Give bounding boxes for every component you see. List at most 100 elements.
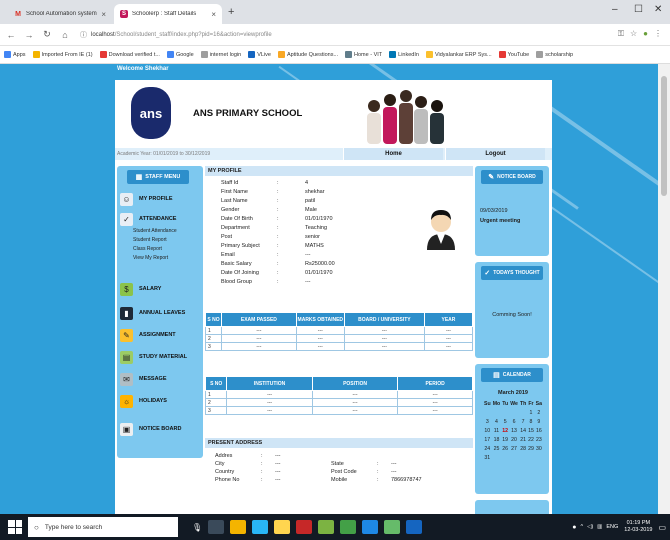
store-taskbar-icon[interactable] [252, 520, 269, 534]
attendance-sub-link[interactable]: Student Report [133, 237, 167, 243]
microphone-icon[interactable]: 🎙 [192, 523, 202, 532]
attendance-sub-link[interactable]: Student Attendance [133, 228, 177, 234]
forward-icon[interactable]: → [22, 30, 36, 40]
bookmark-item[interactable]: Aptitude Questions... [277, 51, 338, 58]
bookmark-item[interactable]: YouTube [498, 51, 529, 58]
close-tab-icon[interactable]: × [211, 10, 216, 19]
bookmark-item[interactable]: LinkedIn [389, 51, 419, 58]
profile-field-label: Blood Group [221, 279, 252, 285]
bookmark-item[interactable]: Home - VIT [345, 51, 382, 58]
sidebar-item-annual-leaves[interactable]: ▮ ANNUAL LEAVES [120, 306, 202, 320]
chrome-taskbar-icon[interactable] [230, 520, 247, 534]
app-taskbar-icon[interactable] [362, 520, 379, 534]
calendar-day[interactable]: 19 [501, 435, 509, 444]
windows-start-icon[interactable] [8, 520, 22, 534]
calendar-day[interactable]: 2 [535, 408, 543, 417]
tab-school-automation[interactable]: M School Automation system pap × [8, 4, 112, 24]
volume-icon[interactable]: ◁) [587, 524, 593, 530]
calendar-day[interactable]: 31 [483, 453, 492, 462]
calendar-day[interactable]: 29 [527, 444, 534, 453]
extension-icon[interactable]: ● [643, 29, 648, 39]
attendance-sub-link[interactable]: Class Report [133, 246, 162, 252]
calendar-day[interactable]: 10 [483, 426, 492, 435]
close-tab-icon[interactable]: × [101, 10, 106, 19]
sidebar-item-attendance[interactable]: ✓ ATTENDANCE [120, 212, 202, 226]
sidebar-item-notice-board[interactable]: ▣ NOTICE BOARD [120, 422, 202, 436]
bookmark-item[interactable]: Imported From IE (1) [32, 51, 93, 58]
reload-icon[interactable]: ↻ [40, 29, 54, 40]
tray-arrow-icon[interactable]: ^ [581, 524, 584, 530]
bookmark-item[interactable]: Google [166, 51, 194, 58]
calendar-day[interactable]: 24 [483, 444, 492, 453]
explorer-taskbar-icon[interactable] [274, 520, 291, 534]
tab-schoolerp[interactable]: S Schoolerp : Staff Details × [114, 4, 222, 24]
sidebar-item-salary[interactable]: $ SALARY [120, 282, 202, 296]
menu-dots-icon[interactable]: ⋮ [654, 29, 662, 39]
star-icon[interactable]: ☆ [630, 29, 637, 39]
calendar-day[interactable]: 14 [519, 426, 527, 435]
calendar-day[interactable]: 16 [535, 426, 543, 435]
calendar-day[interactable]: 27 [509, 444, 519, 453]
page-scrollbar[interactable] [658, 64, 670, 514]
sidebar-item-assignment[interactable]: ✎ ASSIGNMENT [120, 328, 202, 342]
sidebar-item-holidays[interactable]: ☼ HOLIDAYS [120, 394, 202, 408]
notice-text[interactable]: Urgent meeting [480, 218, 520, 224]
taskbar-search[interactable]: ○ Type here to search [28, 517, 178, 537]
home-icon[interactable]: ⌂ [58, 30, 72, 40]
notifications-icon[interactable]: ▭ [658, 523, 666, 532]
calendar-day[interactable]: 30 [535, 444, 543, 453]
key-icon[interactable]: ⚿ [618, 29, 624, 39]
calendar-day[interactable]: 11 [492, 426, 502, 435]
bookmark-item[interactable]: scholarship [536, 51, 573, 58]
app-taskbar-icon[interactable] [296, 520, 313, 534]
calendar-day[interactable]: 9 [535, 417, 543, 426]
close-window-icon[interactable]: ✕ [654, 4, 662, 15]
calendar-day[interactable]: 18 [492, 435, 502, 444]
calendar-day[interactable]: 3 [483, 417, 492, 426]
attendance-sub-link[interactable]: View My Report [133, 255, 168, 261]
sidebar-item-my-profile[interactable]: ☺ MY PROFILE [120, 192, 202, 206]
app-taskbar-icon[interactable] [318, 520, 335, 534]
bookmark-item[interactable]: internet login [200, 51, 241, 58]
language-indicator[interactable]: ENG [606, 524, 618, 530]
calendar-day[interactable]: 1 [527, 408, 534, 417]
calendar-day[interactable]: 7 [519, 417, 527, 426]
calendar-day[interactable]: 17 [483, 435, 492, 444]
bookmark-item[interactable]: VLive [248, 51, 271, 58]
calendar-day[interactable]: 23 [535, 435, 543, 444]
calendar-day[interactable]: 26 [501, 444, 509, 453]
home-link[interactable]: Home [343, 148, 443, 160]
scrollbar-thumb[interactable] [661, 76, 667, 196]
new-tab-icon[interactable]: + [228, 6, 234, 18]
people-icon[interactable]: ● [572, 524, 576, 531]
network-icon[interactable]: ▥ [597, 524, 602, 530]
calendar-day[interactable]: 28 [519, 444, 527, 453]
calendar-day[interactable]: 15 [527, 426, 534, 435]
profile-row: Basic Salary: Rs25000.00 [221, 261, 385, 269]
sidebar-item-message[interactable]: ✉ MESSAGE [120, 372, 202, 386]
url-field[interactable]: ⓘ localhost /School/student_staff/index.… [80, 30, 272, 40]
app-taskbar-icon[interactable] [384, 520, 401, 534]
maximize-icon[interactable]: ☐ [634, 4, 643, 15]
logout-link[interactable]: Logout [445, 148, 545, 160]
calendar-day[interactable]: 20 [509, 435, 519, 444]
bookmark-item[interactable]: Vidyalankar ERP Sys... [425, 51, 492, 58]
bookmark-item[interactable]: Apps [4, 51, 26, 58]
calendar-day[interactable]: 22 [527, 435, 534, 444]
task-view-icon[interactable] [208, 520, 225, 534]
calendar-day[interactable]: 5 [501, 417, 509, 426]
sidebar-item-study-material[interactable]: ▤ STUDY MATERIAL [120, 350, 202, 364]
calendar-day[interactable]: 8 [527, 417, 534, 426]
calendar-day[interactable]: 6 [509, 417, 519, 426]
clock[interactable]: 01:19 PM 12-03-2019 [624, 520, 652, 534]
calendar-day[interactable]: 4 [492, 417, 502, 426]
app-taskbar-icon[interactable] [340, 520, 357, 534]
bookmark-item[interactable]: Download verified t... [99, 51, 160, 58]
calendar-day[interactable]: 25 [492, 444, 502, 453]
calendar-day[interactable]: 12 [501, 426, 509, 435]
calendar-day[interactable]: 21 [519, 435, 527, 444]
back-icon[interactable]: ← [4, 30, 18, 40]
calendar-day[interactable]: 13 [509, 426, 519, 435]
minimize-icon[interactable]: – [612, 4, 618, 15]
word-taskbar-icon[interactable] [406, 520, 423, 534]
